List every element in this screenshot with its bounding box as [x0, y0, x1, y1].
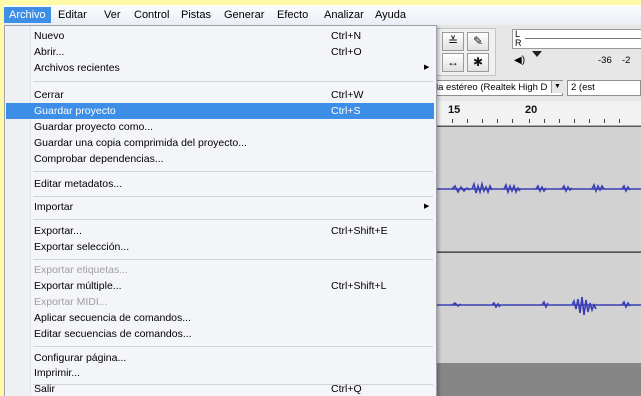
tools-toolbar: ≚ ✎ ↔ ✱ — [436, 28, 496, 76]
menu-item-save-compressed-copy[interactable]: Guardar una copia comprimida del proyect… — [6, 135, 434, 151]
channels-value: 2 (est — [571, 82, 595, 93]
menu-ayuda[interactable]: Ayuda — [370, 7, 411, 23]
menu-item-shortcut: Ctrl+Shift+E — [331, 225, 388, 237]
menu-item-label: Guardar proyecto como... — [34, 121, 154, 133]
menu-item-export-multiple[interactable]: Exportar múltiple... Ctrl+Shift+L — [6, 278, 434, 294]
menu-item-export-labels: Exportar etiquetas... — [6, 262, 434, 278]
menu-separator — [33, 219, 433, 220]
recording-meter[interactable]: L R — [512, 29, 641, 49]
menu-item-label: Imprimir... — [34, 367, 81, 379]
empty-track-area — [432, 363, 641, 396]
menu-separator — [33, 196, 433, 197]
recording-device-value: la estéreo (Realtek High D — [436, 82, 548, 93]
menu-item-label: Aplicar secuencia de comandos... — [34, 312, 192, 324]
menu-item-label: Guardar una copia comprimida del proyect… — [34, 137, 248, 149]
menu-item-label: Exportar etiquetas... — [34, 264, 128, 276]
menu-item-shortcut: Ctrl+O — [331, 46, 362, 58]
menu-item-export-selection[interactable]: Exportar selección... — [6, 239, 434, 255]
menu-item-label: Editar secuencias de comandos... — [34, 328, 192, 340]
volume-dropdown-icon[interactable] — [532, 51, 542, 57]
draw-tool-icon[interactable]: ✎ — [467, 32, 489, 51]
menu-item-label: Editar metadatos... — [34, 178, 123, 190]
menu-archivo[interactable]: Archivo — [4, 7, 51, 23]
menu-item-open[interactable]: Abrir... Ctrl+O — [6, 44, 434, 60]
menu-pistas[interactable]: Pistas — [176, 7, 216, 23]
menu-item-label: Exportar selección... — [34, 241, 130, 253]
menu-separator — [33, 346, 433, 347]
submenu-arrow-icon: ▶ — [424, 64, 430, 71]
menu-item-shortcut: Ctrl+W — [331, 89, 364, 101]
menu-item-new[interactable]: Nuevo Ctrl+N — [6, 28, 434, 44]
menu-item-export[interactable]: Exportar... Ctrl+Shift+E — [6, 223, 434, 239]
recording-device-select[interactable]: la estéreo (Realtek High D — [432, 80, 563, 96]
multi-tool-icon[interactable]: ✱ — [467, 53, 489, 72]
menu-item-shortcut: Ctrl+Shift+L — [331, 280, 387, 292]
db-scale-label: -2 — [622, 55, 631, 66]
menu-separator — [33, 259, 433, 260]
ruler-mark: 20 — [525, 104, 538, 116]
menu-editar[interactable]: Editar — [53, 7, 92, 23]
menu-item-import[interactable]: Importar ▶ — [6, 199, 434, 215]
submenu-arrow-icon: ▶ — [424, 203, 430, 210]
menu-item-shortcut: Ctrl+S — [331, 105, 361, 117]
menu-item-label: Abrir... — [34, 46, 65, 58]
menu-control[interactable]: Control — [129, 7, 174, 23]
menu-item-shortcut: Ctrl+N — [331, 30, 362, 42]
menu-bar: Archivo Editar Ver Control Pistas Genera… — [4, 5, 641, 26]
menu-item-shortcut: Ctrl+Q — [331, 383, 362, 395]
menu-item-print[interactable]: Imprimir... — [6, 365, 434, 381]
menu-item-label: Salir — [34, 383, 56, 395]
waveform-2 — [432, 296, 641, 316]
menu-item-label: Configurar página... — [34, 352, 127, 364]
menu-ver[interactable]: Ver — [99, 7, 126, 23]
menu-item-close[interactable]: Cerrar Ctrl+W — [6, 87, 434, 103]
menu-item-check-dependencies[interactable]: Comprobar dependencias... — [6, 151, 434, 167]
menu-efecto[interactable]: Efecto — [272, 7, 313, 23]
waveform-1 — [432, 180, 641, 195]
menu-item-label: Nuevo — [34, 30, 65, 42]
envelope-tool-icon[interactable]: ≚ — [442, 32, 464, 51]
audio-track-channel-2[interactable] — [432, 252, 641, 364]
menu-item-label: Cerrar — [34, 89, 64, 101]
meter-right-label: R — [515, 38, 522, 48]
speaker-icon[interactable]: ◀) — [514, 55, 525, 66]
menu-item-exit[interactable]: Salir Ctrl+Q — [6, 381, 434, 396]
menu-item-label: Archivos recientes — [34, 62, 120, 74]
menu-item-label: Exportar... — [34, 225, 82, 237]
db-scale-label: -36 — [598, 55, 612, 66]
menu-item-recent-files[interactable]: Archivos recientes ▶ — [6, 60, 434, 76]
menu-analizar[interactable]: Analizar — [319, 7, 369, 23]
channels-select[interactable]: 2 (est — [567, 80, 641, 96]
menu-item-apply-chain[interactable]: Aplicar secuencia de comandos... — [6, 310, 434, 326]
file-menu: Nuevo Ctrl+N Abrir... Ctrl+O Archivos re… — [4, 25, 437, 396]
menu-item-page-setup[interactable]: Configurar página... — [6, 350, 434, 366]
menu-item-export-midi: Exportar MIDI... — [6, 294, 434, 310]
menu-separator — [33, 81, 433, 82]
timeshift-tool-icon[interactable]: ↔ — [442, 53, 464, 72]
device-dropdown-icon[interactable]: ▼ — [551, 81, 563, 93]
menu-item-edit-metadata[interactable]: Editar metadatos... — [6, 176, 434, 192]
menu-separator — [33, 171, 433, 172]
menu-item-save-project[interactable]: Guardar proyecto Ctrl+S — [6, 103, 434, 119]
menu-item-label: Exportar MIDI... — [34, 296, 108, 308]
menu-generar[interactable]: Generar — [219, 7, 269, 23]
audacity-window: Archivo Editar Ver Control Pistas Genera… — [4, 5, 641, 396]
meter-divider — [525, 38, 641, 39]
menu-item-edit-chains[interactable]: Editar secuencias de comandos... — [6, 326, 434, 342]
menu-item-save-project-as[interactable]: Guardar proyecto como... — [6, 119, 434, 135]
menu-item-label: Comprobar dependencias... — [34, 153, 164, 165]
timeline-ruler[interactable]: 15 20 — [432, 101, 641, 126]
menu-item-label: Importar — [34, 201, 74, 213]
menu-item-label: Guardar proyecto — [34, 105, 116, 117]
ruler-mark: 15 — [448, 104, 461, 116]
menu-item-label: Exportar múltiple... — [34, 280, 122, 292]
audio-track-channel-1[interactable] — [432, 126, 641, 251]
